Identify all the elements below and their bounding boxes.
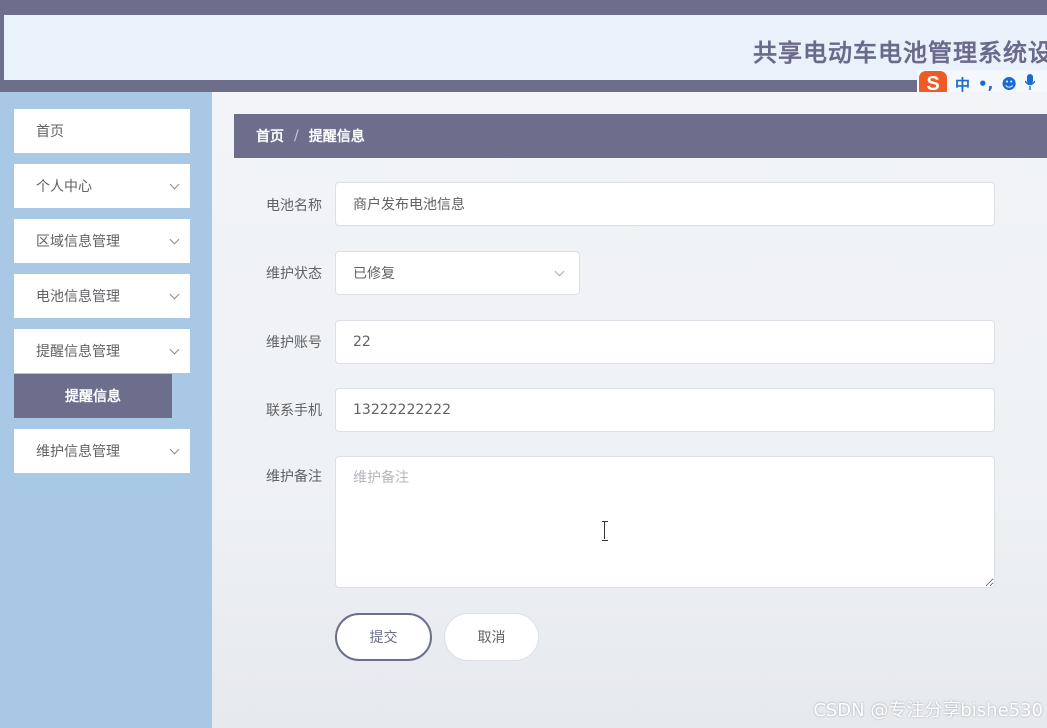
sidebar-item-label: 电池信息管理: [36, 289, 120, 305]
system-title: 共享电动车电池管理系统设: [753, 39, 1047, 67]
breadcrumb-home[interactable]: 首页: [256, 126, 284, 146]
sidebar-item-label: 维护信息管理: [36, 444, 120, 460]
maintenance-status-select[interactable]: 已修复: [335, 251, 580, 295]
chevron-down-icon: [169, 234, 180, 244]
sidebar-item-personal-center[interactable]: 个人中心: [14, 164, 190, 208]
header-panel: 共享电动车电池管理系统设: [4, 15, 1047, 80]
sidebar-item-area-management[interactable]: 区域信息管理: [14, 219, 190, 263]
remark-textarea[interactable]: [335, 456, 995, 588]
sidebar-subitem-reminder-info[interactable]: 提醒信息: [14, 374, 172, 418]
sidebar-item-maintenance-management[interactable]: 维护信息管理: [14, 429, 190, 473]
ime-emoji-icon[interactable]: ☻: [1001, 75, 1017, 93]
phone-label: 联系手机: [266, 403, 322, 419]
battery-name-input[interactable]: 商户发布电池信息: [335, 182, 995, 226]
phone-input[interactable]: 13222222222: [335, 388, 995, 432]
ime-mic-icon[interactable]: [1024, 74, 1036, 94]
sidebar-item-label: 个人中心: [36, 179, 92, 195]
maintenance-status-label: 维护状态: [266, 266, 322, 282]
breadcrumb-current: 提醒信息: [308, 129, 365, 145]
ime-punctuation-icon[interactable]: •,: [978, 75, 993, 93]
chevron-down-icon: [169, 444, 180, 454]
breadcrumb-separator: /: [294, 128, 299, 144]
maintenance-status-value: 已修复: [353, 266, 395, 282]
battery-name-value: 商户发布电池信息: [353, 197, 465, 213]
phone-value: 13222222222: [353, 402, 451, 418]
battery-name-label: 电池名称: [266, 198, 322, 214]
chevron-down-icon: [169, 344, 180, 354]
maintenance-account-value: 22: [353, 334, 371, 350]
sidebar-item-label: 提醒信息管理: [36, 344, 120, 360]
sidebar-item-home[interactable]: 首页: [14, 109, 190, 153]
sidebar-item-battery-management[interactable]: 电池信息管理: [14, 274, 190, 318]
watermark: CSDN @专注分享bishe530: [813, 700, 1043, 721]
breadcrumb: 首页 / 提醒信息: [234, 114, 1047, 158]
submit-button[interactable]: 提交: [335, 613, 432, 661]
chevron-down-icon: [169, 179, 180, 189]
text-cursor-icon: [602, 521, 608, 541]
sidebar-item-reminder-management[interactable]: 提醒信息管理: [14, 329, 190, 373]
top-header: 共享电动车电池管理系统设: [0, 0, 1047, 92]
cancel-button[interactable]: 取消: [444, 613, 539, 661]
maintenance-account-label: 维护账号: [266, 335, 322, 351]
sidebar-item-label: 区域信息管理: [36, 234, 120, 250]
sidebar-item-label: 首页: [36, 124, 64, 140]
chevron-down-icon: [169, 289, 180, 299]
remark-label: 维护备注: [266, 469, 322, 485]
chevron-down-icon: [554, 266, 565, 277]
maintenance-account-input[interactable]: 22: [335, 320, 995, 364]
